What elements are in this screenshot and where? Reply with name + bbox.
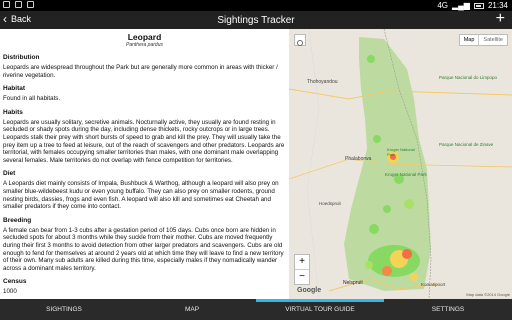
section-text-diet: A Leopards diet mainly consists of Impal… [3, 180, 279, 211]
tab-virtual-tour-guide[interactable]: VIRTUAL TOUR GUIDE [256, 299, 384, 320]
battery-icon [473, 2, 484, 9]
map-label-phalaborwa: Phalaborwa [345, 156, 372, 162]
section-text-census: 1000 [3, 288, 17, 296]
map-label-nelspruit: Nelspruit [343, 280, 363, 286]
photo-notification-icon [3, 1, 10, 8]
google-logo: Google [297, 287, 322, 294]
map-label-kruger-np-2: Kruger National Park [385, 172, 427, 177]
tab-settings[interactable]: SETTINGS [384, 299, 512, 320]
map-type-control: Map Satellite [458, 34, 508, 46]
map-type-satellite-button[interactable]: Satellite [478, 35, 507, 45]
zoom-out-button[interactable]: − [295, 270, 309, 284]
section-heading-census: Census [3, 278, 27, 286]
map-label-zinave: Parque Nacional de Zinave [439, 142, 494, 147]
map-label-thohoyandou: Thohoyandou [307, 79, 338, 85]
section-text-breeding: A female can bear from 1-3 cubs after a … [3, 226, 284, 272]
section-heading-habitat: Habitat [3, 85, 26, 93]
network-label: 4G [437, 1, 448, 10]
map-label-hoedspruit: Hoedspruit [319, 201, 341, 206]
section-text-habits: Leopards are usually solitary, secretive… [3, 118, 285, 164]
zoom-control: + − [294, 254, 310, 285]
section-heading-distribution: Distribution [3, 54, 40, 61]
map-type-map-button[interactable]: Map [460, 35, 479, 45]
main-content: Leopard Panthera pardus Distribution Leo… [0, 29, 512, 299]
map-label-komatipoort: Komatipoort [421, 282, 446, 287]
map-canvas [289, 29, 512, 299]
add-sighting-button[interactable]: + [496, 11, 505, 27]
section-heading-diet: Diet [3, 170, 16, 178]
page-title: Sightings Tracker [217, 15, 295, 26]
section-text-distribution: Leopards are widespread throughout the P… [3, 64, 278, 79]
clock: 21:34 [487, 1, 508, 10]
mail-notification-icon [15, 1, 22, 8]
zoom-in-button[interactable]: + [295, 255, 309, 270]
map-attribution[interactable]: Map data ©2014 Google [466, 292, 510, 297]
tab-sightings[interactable]: SIGHTINGS [0, 299, 128, 320]
tab-map[interactable]: MAP [128, 299, 256, 320]
download-notification-icon [27, 1, 34, 8]
species-scientific-name: Panthera pardus [126, 42, 163, 48]
sightings-map[interactable]: Thohoyandou Parque Nacional do Limpopo P… [289, 29, 512, 299]
map-label-limpopo: Parque Nacional do Limpopo [439, 75, 498, 80]
section-heading-breeding: Breeding [3, 216, 32, 224]
status-bar: 4G ▂▄▆ 21:34 [0, 0, 512, 11]
species-name: Leopard [127, 32, 162, 42]
app-bar: ‹ Back Sightings Tracker + [0, 11, 512, 29]
bottom-navigation: SIGHTINGS MAP VIRTUAL TOUR GUIDE SETTING… [0, 299, 512, 320]
my-location-button[interactable] [294, 34, 306, 46]
map-label-kruger-np: Kruger National Park [387, 147, 415, 157]
section-text-habitat: Found in all habitats. [3, 95, 61, 103]
crosshair-icon [297, 40, 303, 46]
signal-icon: ▂▄▆ [451, 1, 470, 10]
section-heading-habits: Habits [3, 108, 23, 116]
species-info-panel[interactable]: Leopard Panthera pardus Distribution Leo… [0, 29, 289, 299]
